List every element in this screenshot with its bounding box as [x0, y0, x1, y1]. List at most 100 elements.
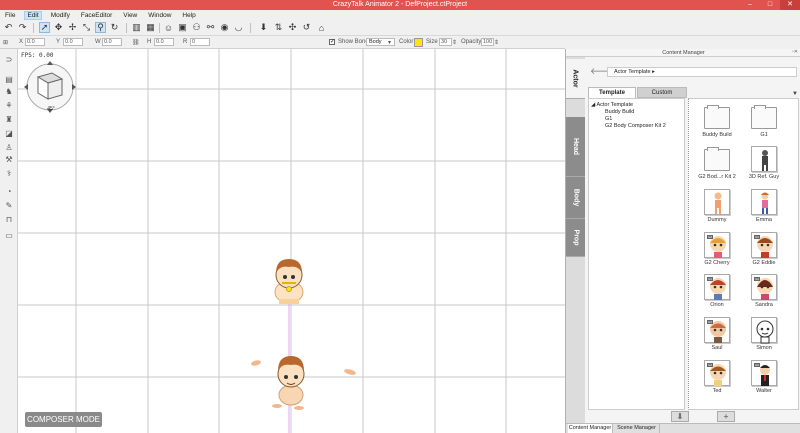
tree-item-buddy-build[interactable]: Buddy Build: [589, 109, 684, 116]
speaker-icon[interactable]: ◔: [4, 187, 14, 196]
tab-content-manager[interactable]: Content Manager: [568, 424, 613, 433]
list-item[interactable]: Buddy Build: [697, 101, 737, 145]
list-item[interactable]: Simon: [744, 314, 784, 358]
menu-view[interactable]: View: [121, 12, 139, 19]
list-item[interactable]: G2 Orion: [697, 271, 737, 315]
size-input[interactable]: 30: [439, 38, 452, 46]
menu-modify[interactable]: Modify: [49, 12, 72, 19]
size-stepper-icon[interactable]: ⇕: [452, 39, 457, 46]
wing-icon[interactable]: ⚘: [4, 101, 14, 110]
opacity-stepper-icon[interactable]: ⇕: [494, 39, 499, 46]
tab-template[interactable]: Template: [588, 87, 636, 98]
list-item[interactable]: Emma: [744, 186, 784, 230]
tab-custom[interactable]: Custom: [637, 87, 687, 98]
r-input[interactable]: 0: [190, 38, 210, 46]
menu-window[interactable]: Window: [146, 12, 173, 19]
add-content-button[interactable]: +: [717, 411, 735, 422]
tree-item-g1[interactable]: G1: [589, 116, 684, 123]
transform-icon[interactable]: ✥: [53, 22, 64, 33]
flip-icon[interactable]: ⇅: [273, 22, 284, 33]
list-item[interactable]: G2 Bod...r Kit 2: [697, 143, 737, 187]
undo-icon[interactable]: ↶: [3, 22, 14, 33]
puppet-icon[interactable]: ⚇: [191, 22, 202, 33]
lock-icon[interactable]: ⊞: [3, 39, 8, 46]
stage-viewport[interactable]: FPS: 0.00 45° COMPOSER MODE: [18, 49, 565, 433]
maximize-button[interactable]: □: [760, 0, 780, 10]
eye-icon[interactable]: ◉: [219, 22, 230, 33]
move-icon[interactable]: ✢: [67, 22, 78, 33]
sprite-icon[interactable]: ▣: [177, 22, 188, 33]
h-input[interactable]: 0.0: [154, 38, 174, 46]
actor-thumbnail: [751, 146, 777, 172]
figure-icon[interactable]: ♙: [4, 143, 14, 152]
menu-faceeditor[interactable]: FaceEditor: [79, 12, 114, 19]
content-body: 🡐 Actor Template ▸ Template Custom ▼ ◢ A…: [585, 57, 800, 423]
tab-actor[interactable]: Actor: [566, 59, 585, 99]
actor-pose-icon[interactable]: ♞: [4, 87, 14, 96]
link-icon[interactable]: ⚯: [205, 22, 216, 33]
panel-pin-icon[interactable]: ▫✕: [792, 49, 798, 55]
layer-icon[interactable]: ◪: [4, 129, 14, 138]
list-item[interactable]: G2 Saul: [697, 314, 737, 358]
select-arrow-icon[interactable]: ➚: [39, 22, 50, 33]
actor-thumbnail: G2: [751, 232, 777, 258]
distribute-icon[interactable]: ▦: [145, 22, 156, 33]
redo-icon[interactable]: ↷: [17, 22, 28, 33]
tab-body[interactable]: Body: [566, 177, 585, 219]
minimize-button[interactable]: –: [740, 0, 760, 10]
list-item[interactable]: 3D Ref. Guy: [744, 143, 784, 187]
list-item[interactable]: G2 Sandra: [744, 271, 784, 315]
show-bone-checkbox[interactable]: ✓: [329, 39, 335, 45]
screen-icon[interactable]: ▤: [4, 75, 14, 84]
pan-icon[interactable]: ✣: [287, 22, 298, 33]
view-dropdown-icon[interactable]: ▼: [792, 91, 798, 97]
menu-file[interactable]: File: [3, 12, 17, 19]
tree-item-root[interactable]: ◢ Actor Template: [589, 102, 684, 109]
scale-icon[interactable]: ⤡: [81, 22, 92, 33]
w-input[interactable]: 0.0: [102, 38, 122, 46]
rotate-icon[interactable]: ↻: [109, 22, 120, 33]
tree-item-g2-kit[interactable]: G2 Body Composer Kit 2: [589, 123, 684, 130]
download-icon[interactable]: ⬇: [258, 22, 269, 33]
face-icon[interactable]: ☺: [163, 22, 174, 33]
opacity-input[interactable]: 100: [481, 38, 494, 46]
y-input[interactable]: 0.0: [63, 38, 83, 46]
property-bar: ⊞ X 0.0 Y 0.0 W 0.0 ⛓ H 0.0 R 0 ✓ Show B…: [0, 36, 565, 49]
list-item[interactable]: G1: [744, 101, 784, 145]
character-actor-1[interactable]: [274, 259, 304, 304]
camera-angle-label: 45°: [47, 106, 55, 112]
mouth-icon[interactable]: ◡: [233, 22, 244, 33]
paint-icon[interactable]: ⚒: [4, 155, 14, 164]
magnet-icon[interactable]: ⊓: [4, 215, 14, 224]
tab-prop[interactable]: Prop: [566, 219, 585, 257]
brush-icon[interactable]: ✎: [4, 201, 14, 210]
template-thumbnails: Buddy Build G1 G2 Bod...r Kit 2 3D Ref. …: [688, 98, 799, 410]
tab-head[interactable]: Head: [566, 117, 585, 177]
character-actor-2[interactable]: [251, 356, 357, 410]
x-input[interactable]: 0.0: [25, 38, 45, 46]
back-arrow-icon[interactable]: 🡐: [590, 66, 614, 76]
composer-mode-button[interactable]: COMPOSER MODE: [25, 412, 102, 427]
chain-icon[interactable]: ⛓: [132, 39, 140, 46]
list-item[interactable]: G2 G2 Cherry: [697, 229, 737, 273]
apply-download-button[interactable]: ⬇: [671, 411, 689, 422]
tab-scene-manager[interactable]: Scene Manager: [614, 424, 660, 433]
path-breadcrumb[interactable]: Actor Template ▸: [607, 67, 797, 77]
list-item[interactable]: G2 Ted: [697, 357, 737, 401]
align-icon[interactable]: ▥: [131, 22, 142, 33]
skeleton-icon[interactable]: ♜: [4, 115, 14, 124]
bone-icon[interactable]: ⚲: [95, 22, 106, 33]
list-item[interactable]: G2 Walter: [744, 357, 784, 401]
close-button[interactable]: ✕: [780, 0, 800, 10]
reset-icon[interactable]: ↺: [301, 22, 312, 33]
folder-icon[interactable]: ▭: [4, 231, 14, 240]
undo-left-icon[interactable]: ⊃: [4, 55, 14, 64]
menu-edit[interactable]: Edit: [24, 10, 42, 20]
bone-edit-icon[interactable]: ⚕: [4, 169, 14, 178]
menu-help[interactable]: Help: [180, 12, 197, 19]
list-item[interactable]: Dummy: [697, 186, 737, 230]
bone-color-swatch[interactable]: [414, 38, 423, 47]
list-item[interactable]: G2 G2 Eddie: [744, 229, 784, 273]
home-icon[interactable]: ⌂: [316, 22, 327, 33]
chevron-down-icon[interactable]: ▾: [388, 39, 391, 46]
